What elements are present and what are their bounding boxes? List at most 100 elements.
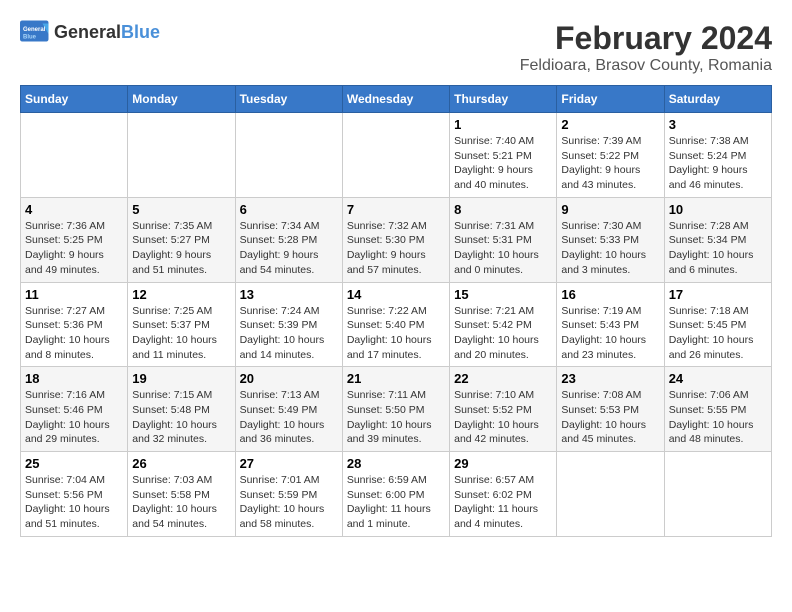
calendar-cell: 25 Sunrise: 7:04 AM Sunset: 5:56 PM Dayli… — [21, 452, 128, 537]
day-number: 6 — [240, 202, 338, 217]
day-info: Sunrise: 7:32 AM Sunset: 5:30 PM Dayligh… — [347, 219, 445, 278]
day-info: Sunrise: 7:13 AM Sunset: 5:49 PM Dayligh… — [240, 388, 338, 447]
day-number: 8 — [454, 202, 552, 217]
header-day-wednesday: Wednesday — [342, 86, 449, 113]
day-info: Sunrise: 7:10 AM Sunset: 5:52 PM Dayligh… — [454, 388, 552, 447]
day-number: 15 — [454, 287, 552, 302]
calendar-cell: 26Sunrise: 7:03 AM Sunset: 5:58 PM Dayli… — [128, 452, 235, 537]
header: General Blue General Blue February 2024 … — [20, 20, 772, 75]
calendar-cell: 9Sunrise: 7:30 AM Sunset: 5:33 PM Daylig… — [557, 197, 664, 282]
calendar-cell — [128, 113, 235, 198]
day-number: 14 — [347, 287, 445, 302]
day-info: Sunrise: 7:31 AM Sunset: 5:31 PM Dayligh… — [454, 219, 552, 278]
calendar-cell: 19Sunrise: 7:15 AM Sunset: 5:48 PM Dayli… — [128, 367, 235, 452]
calendar-cell: 10 Sunrise: 7:28 AM Sunset: 5:34 PM Dayli… — [664, 197, 771, 282]
logo: General Blue General Blue — [20, 20, 160, 45]
header-day-monday: Monday — [128, 86, 235, 113]
calendar-cell: 15 Sunrise: 7:21 AM Sunset: 5:42 PM Dayli… — [450, 282, 557, 367]
calendar-cell: 8 Sunrise: 7:31 AM Sunset: 5:31 PM Daylig… — [450, 197, 557, 282]
day-number: 21 — [347, 371, 445, 386]
calendar-cell: 20 Sunrise: 7:13 AM Sunset: 5:49 PM Dayli… — [235, 367, 342, 452]
calendar-cell — [557, 452, 664, 537]
day-number: 23 — [561, 371, 659, 386]
day-info: Sunrise: 7:04 AM Sunset: 5:56 PM Dayligh… — [25, 473, 123, 532]
day-number: 19 — [132, 371, 230, 386]
day-number: 4 — [25, 202, 123, 217]
day-info: Sunrise: 7:06 AM Sunset: 5:55 PM Dayligh… — [669, 388, 767, 447]
week-row-5: 25 Sunrise: 7:04 AM Sunset: 5:56 PM Dayli… — [21, 452, 772, 537]
calendar-cell: 4 Sunrise: 7:36 AM Sunset: 5:25 PM Daylig… — [21, 197, 128, 282]
day-info: Sunrise: 7:27 AM Sunset: 5:36 PM Dayligh… — [25, 304, 123, 363]
logo-blue: Blue — [121, 22, 160, 43]
calendar-cell: 12Sunrise: 7:25 AM Sunset: 5:37 PM Dayli… — [128, 282, 235, 367]
calendar-cell: 28Sunrise: 6:59 AM Sunset: 6:00 PM Dayli… — [342, 452, 449, 537]
day-number: 25 — [25, 456, 123, 471]
day-info: Sunrise: 7:08 AM Sunset: 5:53 PM Dayligh… — [561, 388, 659, 447]
day-number: 28 — [347, 456, 445, 471]
day-number: 22 — [454, 371, 552, 386]
calendar-cell: 14 Sunrise: 7:22 AM Sunset: 5:40 PM Dayli… — [342, 282, 449, 367]
day-info: Sunrise: 7:34 AM Sunset: 5:28 PM Dayligh… — [240, 219, 338, 278]
calendar-cell: 1 Sunrise: 7:40 AM Sunset: 5:21 PM Daylig… — [450, 113, 557, 198]
calendar-cell: 27Sunrise: 7:01 AM Sunset: 5:59 PM Dayli… — [235, 452, 342, 537]
day-number: 9 — [561, 202, 659, 217]
day-number: 17 — [669, 287, 767, 302]
day-info: Sunrise: 7:35 AM Sunset: 5:27 PM Dayligh… — [132, 219, 230, 278]
calendar-header-row: SundayMondayTuesdayWednesdayThursdayFrid… — [21, 86, 772, 113]
day-info: Sunrise: 7:40 AM Sunset: 5:21 PM Dayligh… — [454, 134, 552, 193]
calendar-cell: 13 Sunrise: 7:24 AM Sunset: 5:39 PM Dayli… — [235, 282, 342, 367]
day-info: Sunrise: 7:16 AM Sunset: 5:46 PM Dayligh… — [25, 388, 123, 447]
subtitle: Feldioara, Brasov County, Romania — [520, 57, 772, 75]
calendar-cell: 23 Sunrise: 7:08 AM Sunset: 5:53 PM Dayli… — [557, 367, 664, 452]
day-info: Sunrise: 7:25 AM Sunset: 5:37 PM Dayligh… — [132, 304, 230, 363]
day-info: Sunrise: 7:24 AM Sunset: 5:39 PM Dayligh… — [240, 304, 338, 363]
day-info: Sunrise: 7:11 AM Sunset: 5:50 PM Dayligh… — [347, 388, 445, 447]
week-row-3: 11 Sunrise: 7:27 AM Sunset: 5:36 PM Dayli… — [21, 282, 772, 367]
day-number: 10 — [669, 202, 767, 217]
header-day-saturday: Saturday — [664, 86, 771, 113]
calendar-cell — [664, 452, 771, 537]
calendar-cell: 16 Sunrise: 7:19 AM Sunset: 5:43 PM Dayli… — [557, 282, 664, 367]
day-number: 2 — [561, 117, 659, 132]
calendar-cell: 11 Sunrise: 7:27 AM Sunset: 5:36 PM Dayli… — [21, 282, 128, 367]
calendar-cell — [21, 113, 128, 198]
calendar-cell: 22 Sunrise: 7:10 AM Sunset: 5:52 PM Dayli… — [450, 367, 557, 452]
calendar-cell: 2Sunrise: 7:39 AM Sunset: 5:22 PM Daylig… — [557, 113, 664, 198]
day-info: Sunrise: 7:01 AM Sunset: 5:59 PM Dayligh… — [240, 473, 338, 532]
calendar-cell — [342, 113, 449, 198]
calendar-cell: 18 Sunrise: 7:16 AM Sunset: 5:46 PM Dayli… — [21, 367, 128, 452]
day-info: Sunrise: 7:28 AM Sunset: 5:34 PM Dayligh… — [669, 219, 767, 278]
day-number: 11 — [25, 287, 123, 302]
day-number: 1 — [454, 117, 552, 132]
day-info: Sunrise: 7:21 AM Sunset: 5:42 PM Dayligh… — [454, 304, 552, 363]
calendar-cell — [235, 113, 342, 198]
header-day-tuesday: Tuesday — [235, 86, 342, 113]
calendar-table: SundayMondayTuesdayWednesdayThursdayFrid… — [20, 85, 772, 537]
day-info: Sunrise: 7:22 AM Sunset: 5:40 PM Dayligh… — [347, 304, 445, 363]
day-number: 3 — [669, 117, 767, 132]
day-info: Sunrise: 7:38 AM Sunset: 5:24 PM Dayligh… — [669, 134, 767, 193]
day-info: Sunrise: 6:57 AM Sunset: 6:02 PM Dayligh… — [454, 473, 552, 532]
day-number: 5 — [132, 202, 230, 217]
calendar-cell: 21 Sunrise: 7:11 AM Sunset: 5:50 PM Dayli… — [342, 367, 449, 452]
day-info: Sunrise: 7:36 AM Sunset: 5:25 PM Dayligh… — [25, 219, 123, 278]
day-number: 29 — [454, 456, 552, 471]
day-number: 18 — [25, 371, 123, 386]
day-number: 16 — [561, 287, 659, 302]
header-day-thursday: Thursday — [450, 86, 557, 113]
day-number: 20 — [240, 371, 338, 386]
day-number: 13 — [240, 287, 338, 302]
calendar-cell: 17 Sunrise: 7:18 AM Sunset: 5:45 PM Dayli… — [664, 282, 771, 367]
header-day-friday: Friday — [557, 86, 664, 113]
week-row-1: 1 Sunrise: 7:40 AM Sunset: 5:21 PM Daylig… — [21, 113, 772, 198]
day-info: Sunrise: 7:03 AM Sunset: 5:58 PM Dayligh… — [132, 473, 230, 532]
day-info: Sunrise: 7:19 AM Sunset: 5:43 PM Dayligh… — [561, 304, 659, 363]
week-row-4: 18 Sunrise: 7:16 AM Sunset: 5:46 PM Dayli… — [21, 367, 772, 452]
main-title: February 2024 — [520, 20, 772, 57]
logo-icon: General Blue — [20, 20, 50, 45]
title-section: February 2024 Feldioara, Brasov County, … — [520, 20, 772, 75]
day-info: Sunrise: 7:18 AM Sunset: 5:45 PM Dayligh… — [669, 304, 767, 363]
calendar-cell: 29 Sunrise: 6:57 AM Sunset: 6:02 PM Dayli… — [450, 452, 557, 537]
calendar-cell: 24Sunrise: 7:06 AM Sunset: 5:55 PM Dayli… — [664, 367, 771, 452]
calendar-cell: 6 Sunrise: 7:34 AM Sunset: 5:28 PM Daylig… — [235, 197, 342, 282]
